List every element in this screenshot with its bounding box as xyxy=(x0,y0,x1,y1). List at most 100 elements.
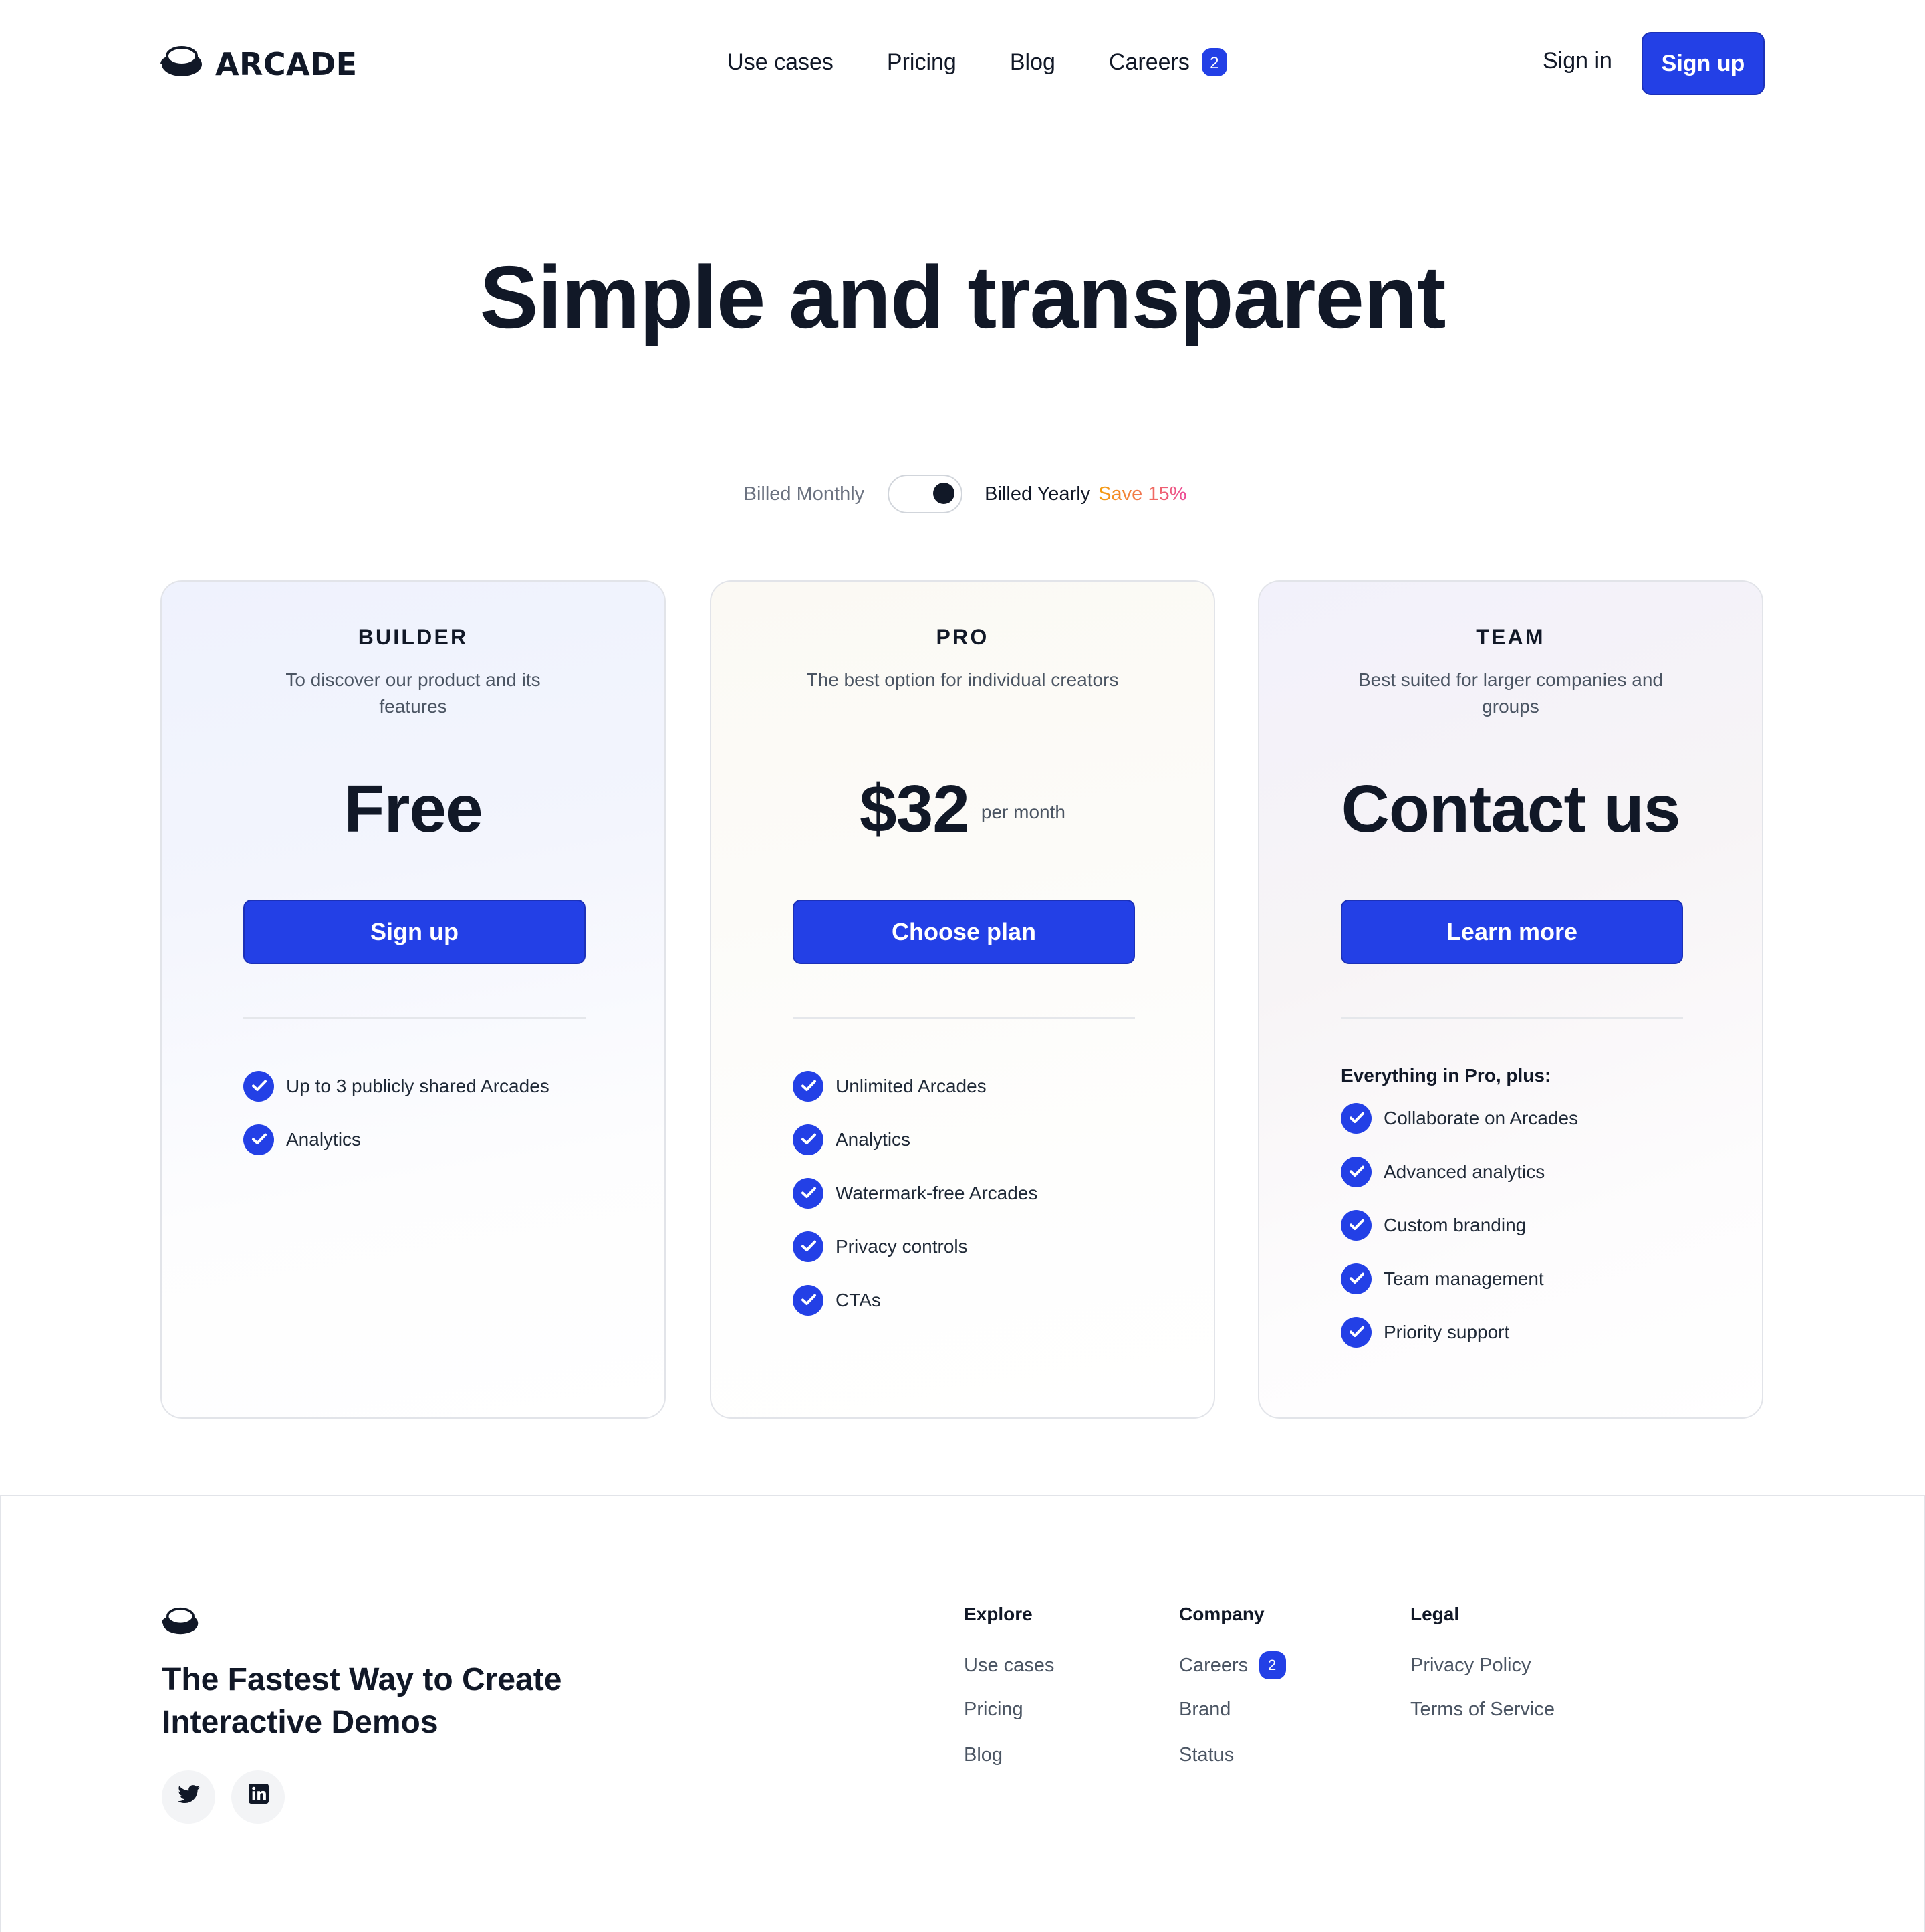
footer-column-explore: Explore Use cases Pricing Blog xyxy=(964,1603,1054,1786)
footer-link-label: Pricing xyxy=(964,1699,1023,1721)
footer-link-brand[interactable]: Brand xyxy=(1179,1696,1285,1724)
check-circle-icon xyxy=(793,1231,823,1261)
builder-sign-up-button[interactable]: Sign up xyxy=(243,900,586,964)
feature-item: Analytics xyxy=(243,1123,638,1155)
nav-label: Careers xyxy=(1108,49,1190,74)
footer-column-title: Company xyxy=(1179,1603,1265,1624)
divider xyxy=(1341,1017,1683,1019)
plan-description: The best option for individual creators xyxy=(806,669,1119,690)
sign-up-button[interactable]: Sign up xyxy=(1642,32,1765,95)
feature-label: Up to 3 publicly shared Arcades xyxy=(286,1075,549,1096)
footer-link-status[interactable]: Status xyxy=(1179,1741,1285,1769)
nav-pricing[interactable]: Pricing xyxy=(887,48,956,76)
feature-item: Collaborate on Arcades xyxy=(1341,1102,1735,1134)
careers-count-badge: 2 xyxy=(1201,48,1227,76)
plan-description: Best suited for larger companies and gro… xyxy=(1358,669,1663,717)
price-unit: per month xyxy=(981,801,1065,822)
feature-item: Up to 3 publicly shared Arcades xyxy=(243,1070,638,1102)
footer-link-label: Careers xyxy=(1179,1655,1249,1676)
social-links xyxy=(162,1770,285,1824)
feature-item: Team management xyxy=(1341,1262,1735,1294)
check-circle-icon xyxy=(1341,1209,1372,1240)
price-row: Free xyxy=(162,769,664,849)
twitter-icon xyxy=(177,1784,200,1810)
linkedin-icon xyxy=(248,1784,268,1810)
feature-label: Custom branding xyxy=(1384,1214,1527,1235)
feature-label: Collaborate on Arcades xyxy=(1384,1107,1579,1128)
plan-name: PRO xyxy=(936,627,989,650)
sign-in-link[interactable]: Sign in xyxy=(1543,48,1612,75)
footer-column-title: Explore xyxy=(964,1603,1033,1624)
footer-link-use-cases[interactable]: Use cases xyxy=(964,1651,1054,1679)
check-circle-icon xyxy=(793,1124,823,1155)
billed-yearly-label[interactable]: Billed Yearly xyxy=(985,483,1090,505)
check-circle-icon xyxy=(793,1070,823,1101)
billing-period-switch: Billed Monthly Billed Yearly Save 15% xyxy=(0,475,1925,513)
feature-label: Analytics xyxy=(286,1128,362,1150)
feature-label: Watermark-free Arcades xyxy=(836,1182,1038,1203)
nav-label: Use cases xyxy=(727,49,833,74)
toggle-knob xyxy=(932,483,954,504)
plan-card-pro: PRO The best option for individual creat… xyxy=(710,580,1215,1419)
nav-use-cases[interactable]: Use cases xyxy=(727,48,833,76)
price-row: Contact us xyxy=(1259,769,1762,849)
footer-link-privacy-policy[interactable]: Privacy Policy xyxy=(1410,1651,1555,1679)
feature-list: Unlimited Arcades Analytics Watermark-fr… xyxy=(793,1070,1187,1337)
top-navbar: ARCADE Use cases Pricing Blog Careers 2 … xyxy=(0,0,1925,128)
page-title: Simple and transparent xyxy=(479,247,1446,346)
twitter-link[interactable] xyxy=(162,1770,215,1824)
choose-plan-button[interactable]: Choose plan xyxy=(793,900,1135,964)
feature-label: CTAs xyxy=(836,1289,881,1310)
feature-label: Privacy controls xyxy=(836,1235,968,1257)
careers-count-badge: 2 xyxy=(1259,1651,1286,1679)
check-circle-icon xyxy=(793,1177,823,1208)
billed-monthly-label[interactable]: Billed Monthly xyxy=(744,483,865,505)
footer-link-terms-of-service[interactable]: Terms of Service xyxy=(1410,1696,1555,1724)
plan-card-builder: BUILDER To discover our product and its … xyxy=(160,580,666,1419)
footer-link-careers[interactable]: Careers 2 xyxy=(1179,1651,1286,1679)
divider xyxy=(793,1017,1135,1019)
feature-list: Everything in Pro, plus: Collaborate on … xyxy=(1341,1064,1735,1369)
footer-link-blog[interactable]: Blog xyxy=(964,1741,1054,1769)
feature-item: Analytics xyxy=(793,1123,1187,1155)
footer-column-legal: Legal Privacy Policy Terms of Service xyxy=(1410,1603,1555,1741)
footer-link-label: Brand xyxy=(1179,1699,1231,1721)
feature-label: Team management xyxy=(1384,1267,1544,1289)
feature-list: Up to 3 publicly shared Arcades Analytic… xyxy=(243,1070,638,1177)
price-row: $32 per month xyxy=(711,769,1214,849)
billing-toggle[interactable] xyxy=(887,475,962,513)
check-circle-icon xyxy=(243,1070,274,1101)
nav-careers[interactable]: Careers 2 xyxy=(1109,48,1227,76)
save-discount-label: Save 15% xyxy=(1098,483,1187,505)
pricing-page: ARCADE Use cases Pricing Blog Careers 2 … xyxy=(0,0,1925,1932)
feature-label: Advanced analytics xyxy=(1384,1161,1545,1182)
check-circle-icon xyxy=(1341,1316,1372,1347)
main-nav: Use cases Pricing Blog Careers 2 xyxy=(0,48,1925,76)
footer-link-label: Terms of Service xyxy=(1410,1699,1555,1721)
footer-column-title: Legal xyxy=(1410,1603,1460,1624)
plan-price: Free xyxy=(344,771,483,846)
footer-logo-link[interactable] xyxy=(162,1606,199,1643)
features-heading: Everything in Pro, plus: xyxy=(1341,1064,1551,1086)
nav-blog[interactable]: Blog xyxy=(1010,48,1055,76)
footer-link-label: Status xyxy=(1179,1744,1235,1766)
feature-label: Priority support xyxy=(1384,1321,1510,1342)
check-circle-icon xyxy=(243,1124,274,1155)
feature-item: Watermark-free Arcades xyxy=(793,1177,1187,1209)
feature-item: Priority support xyxy=(1341,1316,1735,1348)
plan-card-team: TEAM Best suited for larger companies an… xyxy=(1258,580,1763,1419)
plan-price: Contact us xyxy=(1341,771,1681,846)
footer-link-label: Blog xyxy=(964,1744,1003,1766)
linkedin-link[interactable] xyxy=(231,1770,285,1824)
feature-item: Custom branding xyxy=(1341,1209,1735,1241)
plan-description: To discover our product and its features xyxy=(285,669,541,717)
feature-item: Advanced analytics xyxy=(1341,1155,1735,1187)
divider xyxy=(243,1017,586,1019)
plan-name: TEAM xyxy=(1476,627,1545,650)
learn-more-button[interactable]: Learn more xyxy=(1341,900,1683,964)
footer-link-pricing[interactable]: Pricing xyxy=(964,1696,1054,1724)
check-circle-icon xyxy=(1341,1156,1372,1187)
plan-price: $32 xyxy=(860,771,970,846)
feature-label: Analytics xyxy=(836,1128,911,1150)
footer-link-label: Privacy Policy xyxy=(1410,1655,1531,1676)
